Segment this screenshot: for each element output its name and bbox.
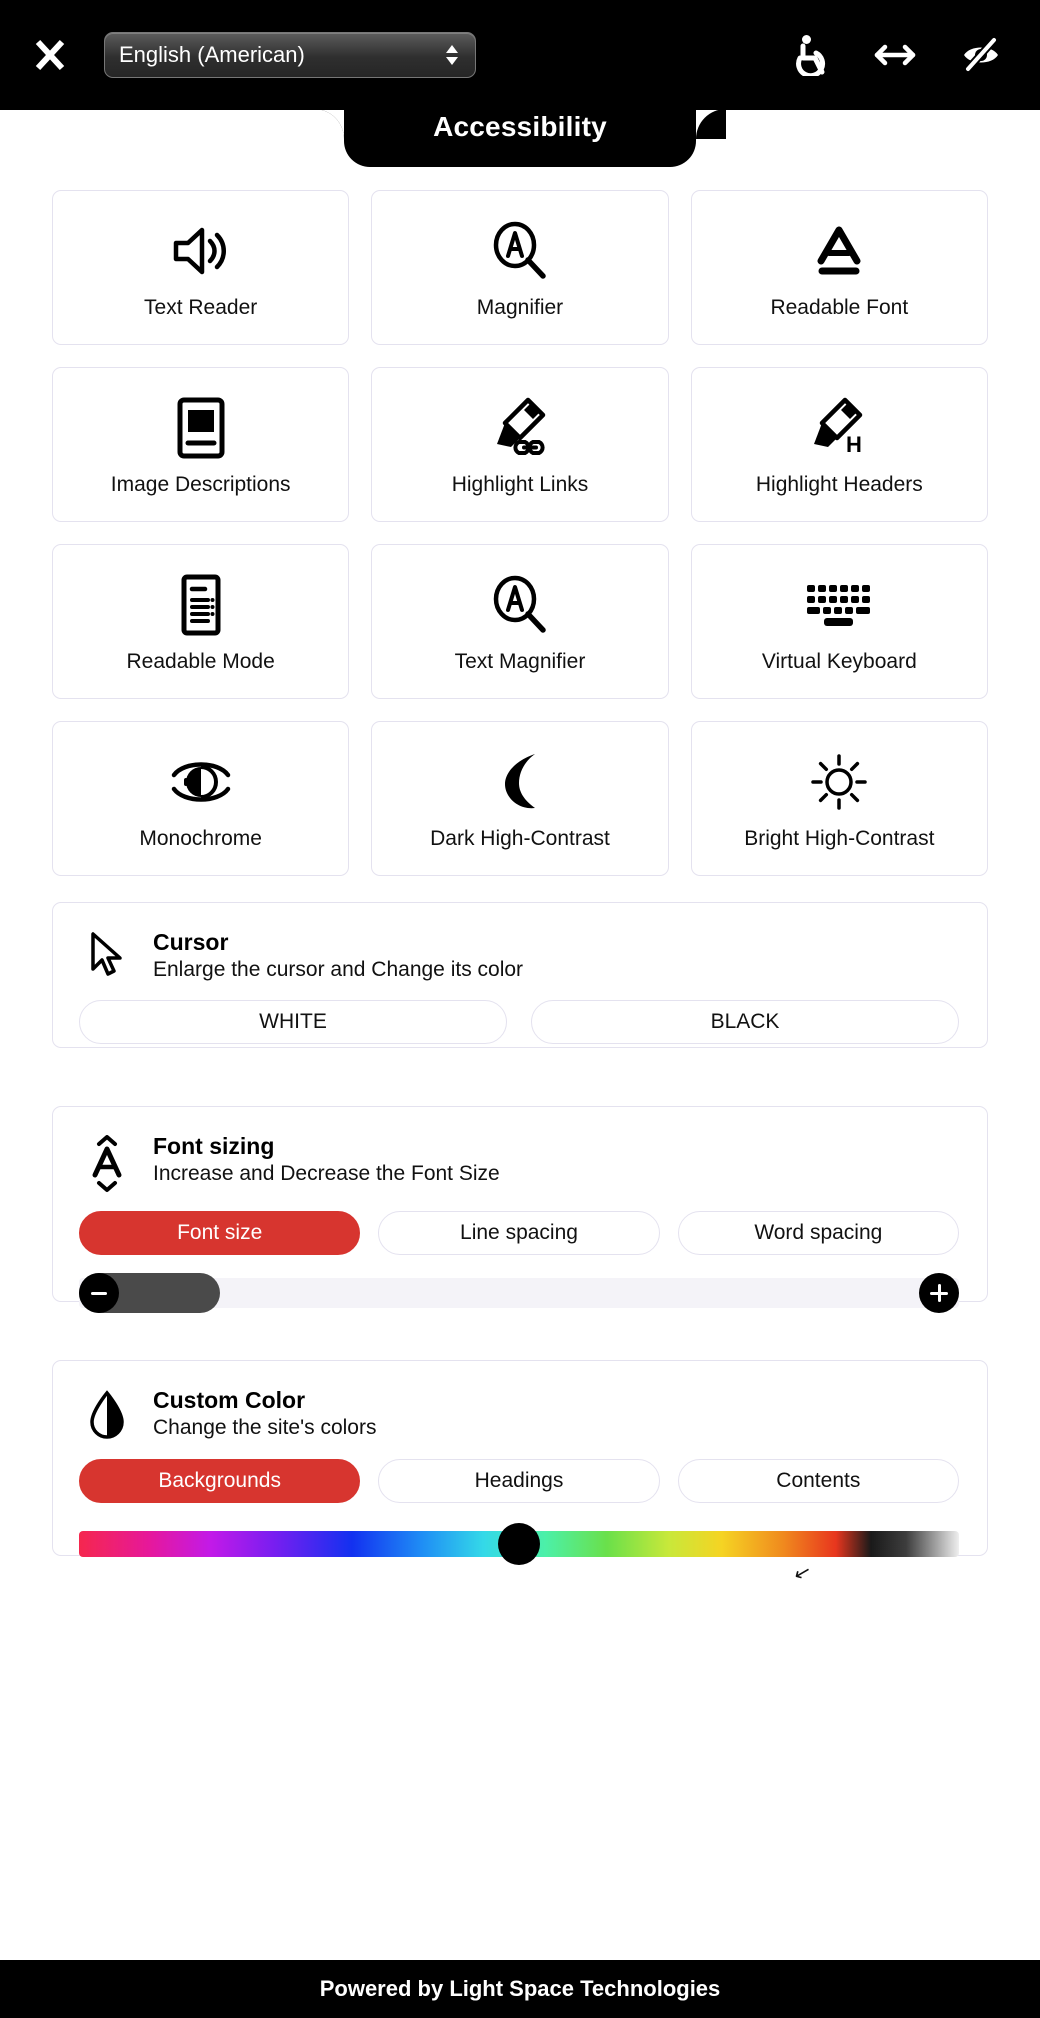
- font-sizing-a-icon: [79, 1133, 135, 1193]
- widget-body: Text Reader Magnifier Readable Font Imag…: [0, 174, 1040, 1960]
- eye-half-icon: [168, 747, 234, 817]
- highlighter-link-icon: [487, 393, 553, 463]
- language-select[interactable]: English (American): [104, 32, 476, 78]
- tile-text-reader[interactable]: Text Reader: [52, 190, 350, 345]
- color-panel-tabs: Backgrounds Headings Contents: [79, 1459, 959, 1503]
- tab-font-size[interactable]: Font size: [79, 1211, 361, 1255]
- footer: Powered by Light Space Technologies: [0, 1960, 1040, 2018]
- tile-bright-high-contrast[interactable]: Bright High-Contrast: [690, 721, 988, 876]
- tile-label: Monochrome: [139, 826, 262, 850]
- feature-grid: Text Reader Magnifier Readable Font Imag…: [52, 190, 988, 876]
- gradient-caret-icon: ↙: [791, 1560, 814, 1586]
- color-panel-titles: Custom Color Change the site's colors: [153, 1387, 376, 1440]
- top-bar-actions: [786, 32, 1004, 78]
- close-button[interactable]: [24, 29, 76, 81]
- tab-word-spacing[interactable]: Word spacing: [677, 1211, 959, 1255]
- title-zone: Accessibility: [0, 109, 1040, 174]
- tile-text-magnifier[interactable]: Text Magnifier: [371, 544, 669, 699]
- tile-label: Readable Font: [770, 295, 909, 319]
- tile-label: Image Descriptions: [110, 472, 291, 496]
- page-title: Accessibility: [433, 111, 607, 142]
- tile-label: Bright High-Contrast: [744, 826, 935, 850]
- footer-text: Powered by Light Space Technologies: [319, 1976, 721, 2001]
- accessibility-widget: English (American) Accessibility Text Re…: [0, 0, 1040, 2018]
- language-select-value: English (American): [119, 42, 305, 67]
- tile-magnifier[interactable]: Magnifier: [371, 190, 669, 345]
- tile-label: Highlight Links: [451, 472, 589, 496]
- accessibility-wheelchair-icon: [796, 35, 826, 76]
- panel-subtitle: Increase and Decrease the Font Size: [153, 1162, 500, 1185]
- tile-label: Highlight Headers: [755, 472, 923, 496]
- tile-dark-high-contrast[interactable]: Dark High-Contrast: [371, 721, 669, 876]
- tile-label: Readable Mode: [126, 649, 275, 673]
- tile-label: Dark High-Contrast: [430, 826, 610, 850]
- cursor-black-button[interactable]: BLACK: [531, 1000, 959, 1044]
- tile-virtual-keyboard[interactable]: Virtual Keyboard: [690, 544, 988, 699]
- tile-readable-mode[interactable]: Readable Mode: [52, 544, 350, 699]
- panel-title: Custom Color: [153, 1387, 306, 1413]
- svg-text:H: H: [846, 432, 862, 457]
- keyboard-icon: [804, 570, 874, 640]
- resize-horizontal-icon: [874, 44, 916, 66]
- tile-label: Magnifier: [476, 295, 564, 319]
- magnifier-a-icon: [489, 216, 551, 286]
- color-panel-head: Custom Color Change the site's colors: [79, 1387, 959, 1441]
- cursor-color-buttons: WHITE BLACK: [79, 1000, 959, 1044]
- highlighter-h-icon: H: [806, 393, 872, 463]
- sun-icon: [808, 747, 870, 817]
- font-panel-titles: Font sizing Increase and Decrease the Fo…: [153, 1133, 500, 1186]
- font-size-slider[interactable]: [79, 1273, 959, 1313]
- tile-label: Virtual Keyboard: [761, 649, 917, 673]
- font-panel-head: Font sizing Increase and Decrease the Fo…: [79, 1133, 959, 1193]
- close-x-icon: [35, 39, 65, 71]
- minus-icon: [91, 1291, 107, 1295]
- hide-widget-button[interactable]: [958, 32, 1004, 78]
- decrease-font-button[interactable]: [79, 1273, 119, 1313]
- tab-backgrounds[interactable]: Backgrounds: [79, 1459, 361, 1503]
- tab-line-spacing[interactable]: Line spacing: [378, 1211, 660, 1255]
- cursor-white-button[interactable]: WHITE: [79, 1000, 507, 1044]
- font-panel-tabs: Font size Line spacing Word spacing: [79, 1211, 959, 1255]
- panel-title: Cursor: [153, 929, 229, 955]
- gradient-thumb[interactable]: [498, 1523, 540, 1565]
- cursor-panel: Cursor Enlarge the cursor and Change its…: [52, 902, 988, 1048]
- tile-highlight-links[interactable]: Highlight Links: [371, 367, 669, 522]
- image-frame-icon: [173, 393, 229, 463]
- tab-contents[interactable]: Contents: [677, 1459, 959, 1503]
- custom-color-panel: Custom Color Change the site's colors Ba…: [52, 1360, 988, 1586]
- cursor-panel-head: Cursor Enlarge the cursor and Change its…: [79, 929, 959, 982]
- tile-monochrome[interactable]: Monochrome: [52, 721, 350, 876]
- tab-headings[interactable]: Headings: [378, 1459, 660, 1503]
- tile-label: Text Magnifier: [454, 649, 586, 673]
- panel-title: Font sizing: [153, 1133, 275, 1159]
- increase-font-button[interactable]: [919, 1273, 959, 1313]
- tile-highlight-headers[interactable]: H Highlight Headers: [690, 367, 988, 522]
- color-drop-icon: [79, 1387, 135, 1441]
- magnifier-a-icon: [489, 570, 551, 640]
- tile-readable-font[interactable]: Readable Font: [690, 190, 988, 345]
- resize-horizontal-button[interactable]: [872, 32, 918, 78]
- panel-subtitle: Enlarge the cursor and Change its color: [153, 958, 524, 981]
- moon-icon: [491, 747, 549, 817]
- color-gradient-slider[interactable]: ↙: [79, 1523, 959, 1586]
- font-sizing-panel: Font sizing Increase and Decrease the Fo…: [52, 1106, 988, 1313]
- letter-a-underline-icon: [809, 216, 869, 286]
- panel-subtitle: Change the site's colors: [153, 1416, 377, 1439]
- document-lines-icon: [174, 570, 228, 640]
- top-bar: English (American): [0, 0, 1040, 110]
- speaker-volume-icon: [168, 216, 234, 286]
- cursor-arrow-icon: [79, 929, 135, 979]
- tile-label: Text Reader: [144, 295, 258, 319]
- tile-image-descriptions[interactable]: Image Descriptions: [52, 367, 350, 522]
- cursor-panel-titles: Cursor Enlarge the cursor and Change its…: [153, 929, 523, 982]
- language-select-wrapper[interactable]: English (American): [104, 32, 476, 78]
- page-title-tab: Accessibility: [314, 109, 726, 167]
- accessibility-wheelchair-button[interactable]: [786, 32, 832, 78]
- hide-eye-off-icon: [964, 36, 998, 73]
